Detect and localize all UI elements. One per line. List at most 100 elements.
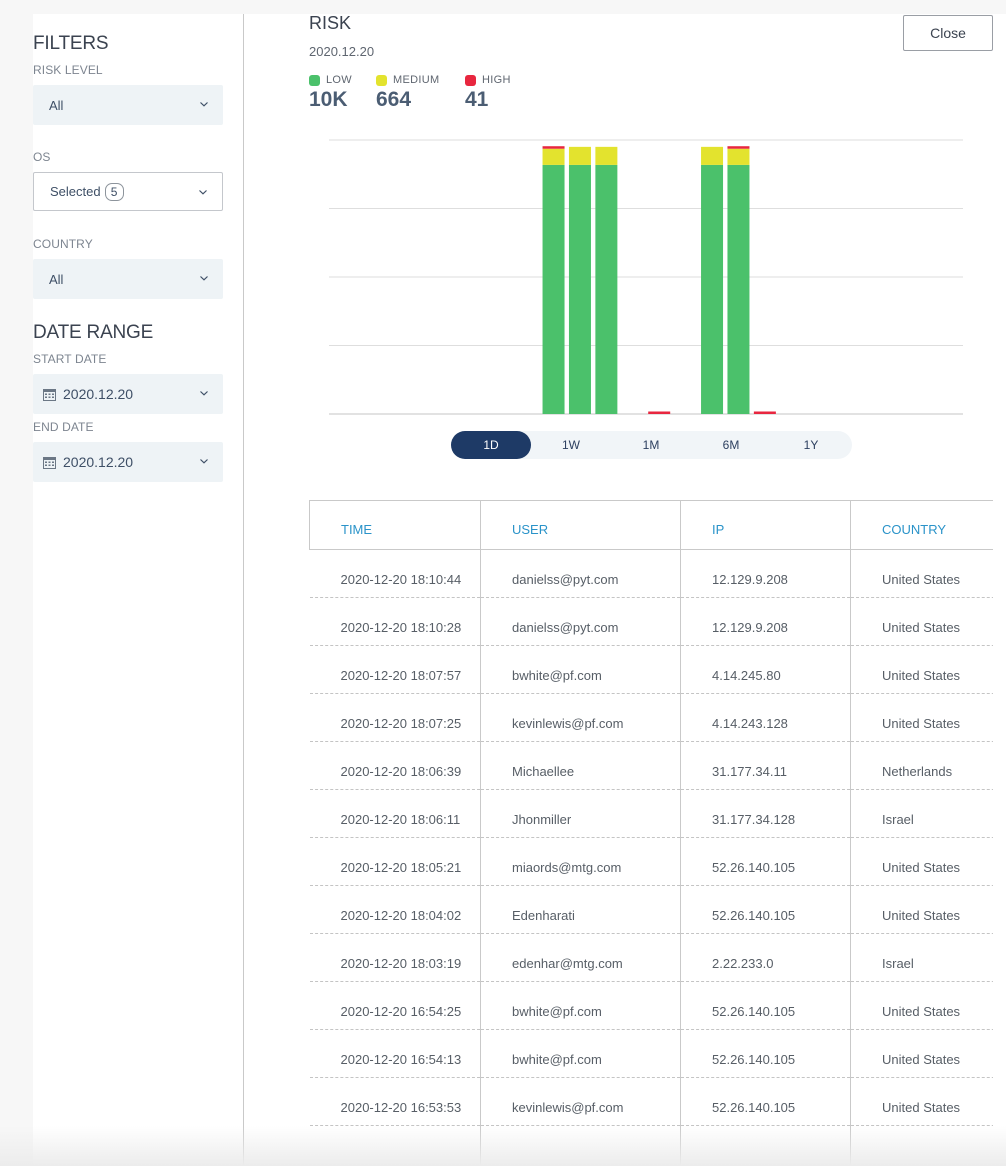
table-header-row: TIME USER IP COUNTRY: [309, 500, 993, 550]
chevron-down-icon: [200, 102, 208, 107]
user-cell: bwhite@pf.com: [480, 1029, 681, 1078]
bar-high-16[interactable]: [753, 411, 776, 415]
table-row[interactable]: 2020-12-20 16:53:53 kevinlewis@pf.com 52.2…: [309, 1077, 993, 1126]
os-count-badge: 5: [104, 182, 124, 201]
user-cell: [480, 1125, 681, 1166]
risk-date: 2020.12.20: [309, 44, 375, 59]
bar-low-09[interactable]: [568, 164, 591, 414]
bar-medium-08[interactable]: [542, 148, 565, 165]
bar-high-12[interactable]: [648, 411, 671, 415]
legend-value: 10K: [309, 88, 348, 111]
bar-low-15[interactable]: [727, 164, 750, 414]
user-cell: bwhite@pf.com: [480, 981, 681, 1030]
table-row[interactable]: 2020-12-20 18:03:19 edenhar@mtg.com 2.22.2…: [309, 933, 993, 982]
user-cell: edenhar@mtg.com: [480, 933, 681, 982]
bar-medium-15[interactable]: [727, 148, 750, 165]
user-cell: kevinlewis@pf.com: [480, 1077, 681, 1126]
table-row[interactable]: 2020-12-20 18:06:11 Jhonmiller 31.177.34.1…: [309, 789, 993, 838]
ip-cell: 52.26.140.105: [680, 837, 851, 886]
bar-medium-10[interactable]: [595, 146, 618, 165]
ip-cell: 52.26.140.105: [680, 981, 851, 1030]
end-date-value: 2020.12.20: [63, 454, 134, 470]
user-cell: miaords@mtg.com: [480, 837, 681, 886]
table-row[interactable]: 2020-12-20 18:10:28 danielss@pyt.com 12.12…: [309, 597, 993, 646]
time-cell: 2020-12-20 18:06:11: [309, 789, 481, 838]
user-cell: danielss@pyt.com: [480, 597, 681, 646]
filters-title: FILTERS: [33, 33, 109, 54]
end-date-label: END DATE: [33, 420, 94, 434]
range-tabs: 1D 1W 1M 6M 1Y: [451, 431, 852, 459]
ip-cell: 52.26.140.105: [680, 1029, 851, 1078]
ip-cell: 52.26.140.105: [680, 885, 851, 934]
risk-level-value: All: [49, 97, 64, 113]
risk-level-select[interactable]: All: [33, 85, 223, 125]
start-date-picker[interactable]: 2020.12.20: [33, 374, 223, 414]
table-row[interactable]: 2020-12-20 18:07:57 bwhite@pf.com 4.14.245…: [309, 645, 993, 694]
risk-bar-chart: [329, 139, 963, 415]
chevron-down-icon: [199, 190, 207, 195]
bar-low-14[interactable]: [701, 164, 724, 414]
user-cell: Michaellee: [480, 741, 681, 790]
calendar-icon: [43, 388, 56, 401]
table-row[interactable]: 2020-12-20 16:54:13 bwhite@pf.com 52.26.14…: [309, 1029, 993, 1078]
table-row[interactable]: 2020-12-20 18:06:39 Michaellee 31.177.34.1…: [309, 741, 993, 790]
bar-low-08[interactable]: [542, 164, 565, 414]
ip-cell: 31.177.34.128: [680, 789, 851, 838]
table-row[interactable]: 2020-12-20 18:05:21 miaords@mtg.com 52.26.…: [309, 837, 993, 886]
column-header-time[interactable]: TIME: [309, 500, 481, 550]
column-header-user[interactable]: USER: [480, 500, 681, 550]
ip-cell: 12.129.9.208: [680, 597, 851, 646]
country-cell: United States: [850, 1029, 993, 1078]
calendar-icon: [43, 456, 56, 469]
legend-label: LOW: [326, 74, 352, 86]
time-cell: [309, 1125, 481, 1166]
close-button[interactable]: Close: [903, 15, 993, 51]
os-select[interactable]: Selected 5: [33, 172, 223, 211]
bar-low-10[interactable]: [595, 164, 618, 414]
table-row[interactable]: 2020-12-20 18:07:25 kevinlewis@pf.com 4.14…: [309, 693, 993, 742]
filters-sidebar: FILTERS RISK LEVEL All OS Selected 5 COU…: [33, 14, 244, 1166]
country-cell: [850, 1125, 993, 1166]
ip-cell: 52.26.140.105: [680, 1077, 851, 1126]
table-row[interactable]: [309, 1125, 993, 1166]
tab-1y[interactable]: 1Y: [771, 431, 851, 459]
legend-value: 664: [376, 88, 412, 111]
page-title: RISK: [309, 13, 352, 33]
user-cell: Edenharati: [480, 885, 681, 934]
time-cell: 2020-12-20 16:53:53: [309, 1077, 481, 1126]
country-cell: United States: [850, 981, 993, 1030]
country-cell: Israel: [850, 933, 993, 982]
time-cell: 2020-12-20 18:07:25: [309, 693, 481, 742]
user-cell: Jhonmiller: [480, 789, 681, 838]
bar-high-08[interactable]: [542, 146, 565, 149]
time-cell: 2020-12-20 18:10:28: [309, 597, 481, 646]
ip-cell: 4.14.245.80: [680, 645, 851, 694]
time-cell: 2020-12-20 16:54:25: [309, 981, 481, 1030]
table-row[interactable]: 2020-12-20 16:54:25 bwhite@pf.com 52.26.14…: [309, 981, 993, 1030]
time-cell: 2020-12-20 18:04:02: [309, 885, 481, 934]
column-header-country[interactable]: COUNTRY: [850, 500, 993, 550]
start-date-value: 2020.12.20: [63, 386, 134, 402]
bar-medium-14[interactable]: [701, 146, 724, 165]
ip-cell: 12.129.9.208: [680, 549, 851, 598]
column-header-ip[interactable]: IP: [680, 500, 851, 550]
country-select[interactable]: All: [33, 259, 223, 299]
bar-medium-09[interactable]: [568, 146, 591, 165]
country-cell: United States: [850, 645, 993, 694]
time-cell: 2020-12-20 18:05:21: [309, 837, 481, 886]
bar-high-15[interactable]: [727, 146, 750, 149]
tab-1w[interactable]: 1W: [531, 431, 611, 459]
legend-value: 41: [465, 88, 489, 111]
tab-6m[interactable]: 6M: [691, 431, 771, 459]
table-row[interactable]: 2020-12-20 18:10:44 danielss@pyt.com 12.12…: [309, 549, 993, 598]
chevron-down-icon: [200, 459, 208, 464]
user-cell: kevinlewis@pf.com: [480, 693, 681, 742]
tab-1d[interactable]: 1D: [451, 431, 531, 459]
tab-1m[interactable]: 1M: [611, 431, 691, 459]
end-date-picker[interactable]: 2020.12.20: [33, 442, 223, 482]
table-row[interactable]: 2020-12-20 18:04:02 Edenharati 52.26.140.1…: [309, 885, 993, 934]
country-cell: United States: [850, 837, 993, 886]
medium-swatch: [376, 75, 387, 86]
ip-cell: [680, 1125, 851, 1166]
ip-cell: 31.177.34.11: [680, 741, 851, 790]
